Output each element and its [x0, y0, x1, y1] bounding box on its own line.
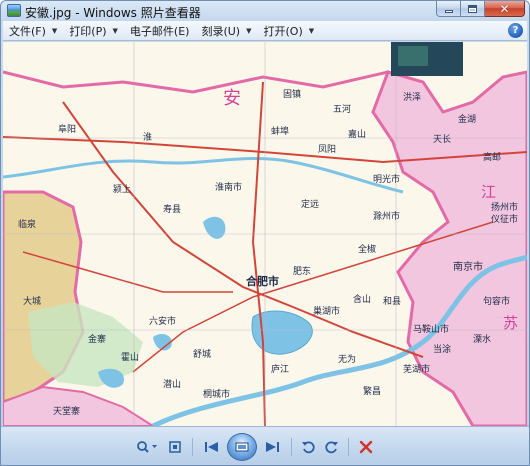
- map-image: 安 江 苏 淮南市 蚌埠 凤阳 滁州市 六安市 合肥市 巢湖市 南京市 马鞍山市…: [3, 42, 527, 426]
- map-label-city: 桐城市: [203, 388, 230, 400]
- rotate-clockwise-button[interactable]: [320, 435, 344, 459]
- chevron-down-icon: ▼: [112, 26, 118, 35]
- next-icon: [266, 442, 279, 452]
- actual-size-button[interactable]: [162, 435, 188, 459]
- menu-open-label: 打开(O): [263, 24, 303, 38]
- chevron-down-icon: ▼: [308, 26, 315, 35]
- close-icon: ✕: [499, 1, 510, 16]
- image-viewport[interactable]: 安 江 苏 淮南市 蚌埠 凤阳 滁州市 六安市 合肥市 巢湖市 南京市 马鞍山市…: [3, 42, 527, 426]
- viewer-controls: [132, 433, 402, 461]
- minimize-icon: [444, 10, 453, 13]
- map-label-city: 嘉山: [348, 128, 366, 140]
- map-label-city: 临泉: [18, 218, 36, 230]
- maximize-icon: [468, 4, 477, 13]
- help-button[interactable]: ?: [508, 23, 523, 38]
- map-label-city: 霍山: [121, 352, 139, 363]
- chevron-down-icon: ▼: [246, 26, 252, 35]
- map-label-city: 固镇: [283, 88, 301, 100]
- magnifier-icon: [137, 441, 157, 453]
- map-label-city: 仪征市: [491, 213, 518, 225]
- delete-icon: [359, 440, 373, 454]
- previous-icon: [205, 442, 218, 452]
- map-label-city: 五河: [333, 103, 351, 115]
- zoom-button[interactable]: [132, 435, 162, 459]
- window-title: 安徽.jpg - Windows 照片查看器: [25, 6, 201, 20]
- map-label-city: 金寨: [88, 333, 106, 345]
- close-button[interactable]: ✕: [485, 1, 525, 17]
- map-label-city: 含山: [353, 293, 371, 305]
- map-label-city: 寿县: [163, 203, 181, 215]
- map-label-city: 巢湖市: [313, 305, 340, 317]
- menu-bar: 文件(F) ▼ 打印(P) ▼ 电子邮件(E) 刻录(U) ▼ 打开(O) ▼ ?: [3, 21, 527, 41]
- maximize-button[interactable]: [461, 1, 485, 17]
- slideshow-icon: [235, 442, 249, 452]
- map-label-city: 金湖: [458, 113, 476, 125]
- map-label-su: 苏: [503, 314, 518, 332]
- menu-email-label: 电子邮件(E): [129, 24, 190, 38]
- previous-button[interactable]: [197, 435, 227, 459]
- window-controls: ✕: [436, 1, 525, 18]
- photo-viewer-window: 安徽.jpg - Windows 照片查看器 ✕ 文件(F) ▼ 打印(P) ▼ 电…: [0, 0, 530, 466]
- map-label-city: 六安市: [149, 315, 176, 327]
- map-label-city: 舒城: [193, 348, 211, 360]
- map-label-city: 天长: [433, 133, 451, 145]
- slideshow-button[interactable]: [227, 433, 257, 461]
- map-label-city: 扬州市: [491, 201, 518, 213]
- fit-window-icon: [169, 441, 181, 453]
- menu-print[interactable]: 打印(P) ▼: [63, 22, 124, 40]
- map-label-city: 无为: [338, 353, 356, 365]
- map-inset-photo-highlight: [398, 46, 428, 66]
- map-label-city: 高邮: [483, 151, 501, 163]
- help-icon: ?: [512, 25, 519, 36]
- map-label-city: 明光市: [373, 173, 400, 185]
- map-label-city: 大城: [23, 295, 41, 307]
- toolbar-separator: [291, 438, 292, 456]
- menu-file-label: 文件(F): [9, 24, 46, 38]
- toolbar-separator: [348, 438, 349, 456]
- menu-email[interactable]: 电子邮件(E): [124, 22, 196, 40]
- map-label-city: 南京市: [453, 260, 483, 273]
- map-label-city: 庐江: [271, 363, 289, 375]
- map-label-city: 马鞍山市: [413, 323, 449, 335]
- menu-open[interactable]: 打开(O) ▼: [258, 22, 321, 40]
- map-label-city: 芜湖市: [403, 363, 430, 375]
- menu-print-label: 打印(P): [69, 24, 107, 38]
- map-label-city: 溧水: [473, 333, 491, 345]
- map-label-city: 当涂: [433, 343, 451, 355]
- rotate-left-icon: [302, 441, 315, 454]
- map-label-an: 安: [223, 88, 241, 109]
- map-label-city: 肥东: [293, 265, 311, 277]
- map-label-city: 句容市: [483, 295, 510, 307]
- photo-viewer-app-icon: [7, 4, 21, 17]
- map-label-city: 天堂寨: [53, 405, 80, 417]
- title-bar: 安徽.jpg - Windows 照片查看器 ✕: [1, 1, 529, 21]
- minimize-button[interactable]: [436, 1, 461, 17]
- map-label-city: 全椒: [358, 243, 376, 255]
- rotate-right-icon: [325, 441, 338, 454]
- map-label-jiang: 江: [481, 183, 496, 201]
- rotate-counterclockwise-button[interactable]: [296, 435, 320, 459]
- menu-burn[interactable]: 刻录(U) ▼: [195, 22, 257, 40]
- chevron-down-icon: ▼: [51, 26, 58, 35]
- map-label-city: 阜阳: [58, 123, 76, 135]
- map-label-city: 繁昌: [363, 385, 381, 397]
- toolbar-separator: [192, 438, 193, 456]
- map-label-city: 凤阳: [318, 144, 336, 155]
- map-label-city: 蚌埠: [271, 125, 289, 137]
- map-label-city: 定远: [301, 198, 319, 210]
- map-label-city: 洪泽: [403, 91, 421, 103]
- bottom-toolbar: [1, 426, 529, 465]
- map-label-city: 滁州市: [373, 210, 400, 222]
- map-label-city: 潜山: [163, 378, 181, 390]
- map-label-city: 合肥市: [246, 274, 279, 288]
- map-label-city: 和县: [383, 296, 401, 307]
- delete-button[interactable]: [353, 435, 379, 459]
- map-label-city: 颍上: [113, 183, 131, 195]
- next-button[interactable]: [257, 435, 287, 459]
- menu-burn-label: 刻录(U): [201, 24, 241, 38]
- menu-file[interactable]: 文件(F) ▼: [3, 22, 63, 40]
- map-label-city: 淮: [143, 132, 152, 143]
- map-label-city: 淮南市: [215, 181, 242, 193]
